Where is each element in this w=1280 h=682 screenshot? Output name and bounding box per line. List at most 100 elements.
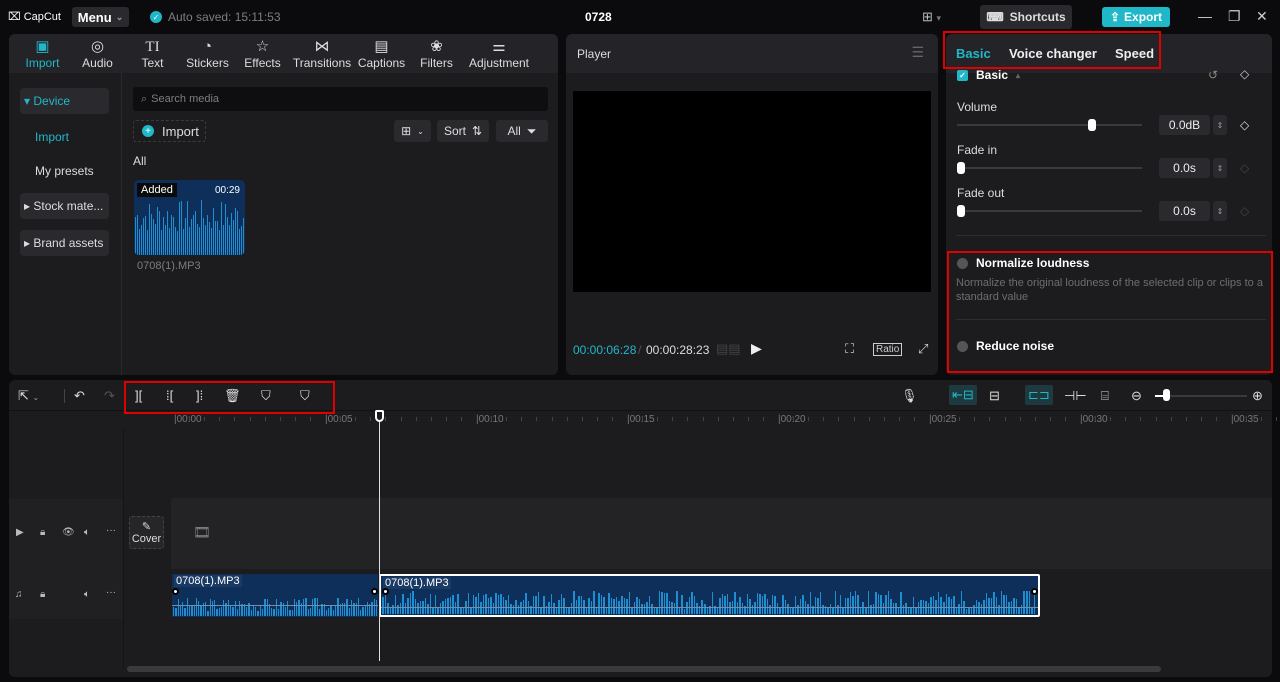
video-track[interactable]: 🎞︎ — [171, 498, 1272, 569]
select-tool-icon[interactable]: ⇱ ⌄ — [18, 388, 39, 404]
tab-text[interactable]: TI Text — [125, 34, 180, 73]
ruler-label: |00:35 — [1231, 414, 1259, 425]
playhead[interactable] — [379, 411, 380, 661]
fade-in-slider[interactable] — [957, 162, 1142, 174]
zoom-in-icon[interactable]: ⊕ — [1252, 388, 1263, 404]
linkage-icon[interactable]: ⊏⊐ — [1025, 385, 1053, 405]
zoom-to-fit-icon[interactable]: ⌸ — [1101, 388, 1109, 404]
lock-icon[interactable]: 🔒︎ — [40, 527, 45, 538]
zoom-slider[interactable] — [1157, 395, 1247, 397]
tab-effects[interactable]: ☆ Effects — [235, 34, 290, 73]
layout-button[interactable]: ⊞ ▾ — [922, 9, 941, 25]
basic-section-header[interactable]: ✓ Basic ▴ — [957, 68, 1020, 82]
eye-icon[interactable]: 👁︎ — [62, 527, 75, 538]
menu-button[interactable]: Menu ⌄ — [72, 7, 129, 27]
minimize-button[interactable]: — — [1198, 8, 1212, 24]
restore-button[interactable]: ❐ — [1228, 8, 1241, 25]
more-icon[interactable]: ··· — [106, 587, 116, 598]
sidebar-item-import[interactable]: Import — [20, 124, 109, 150]
added-badge: Added — [137, 183, 177, 197]
ruler-label: |00:00 — [174, 414, 202, 425]
keyframe-icon[interactable]: ◇ — [1240, 67, 1249, 81]
play-button[interactable]: ▶ — [751, 340, 762, 357]
video-preview[interactable] — [573, 91, 931, 292]
lock-icon[interactable]: 🔒︎ — [40, 589, 45, 600]
speaker-icon[interactable]: 🔈︎ — [84, 527, 90, 538]
volume-slider[interactable] — [957, 119, 1142, 131]
fade-handle[interactable] — [382, 588, 389, 595]
reset-icon[interactable]: ↺ — [1208, 68, 1218, 82]
slider-knob[interactable] — [1087, 119, 1096, 131]
shortcuts-button[interactable]: ⌨ Shortcuts — [980, 5, 1072, 29]
waveform-bar — [186, 598, 188, 616]
fade-handle[interactable] — [371, 588, 378, 595]
filter-button[interactable]: All ⏷ — [496, 120, 548, 142]
sidebar-item-device[interactable]: ▾ Device — [20, 88, 109, 114]
hamburger-menu-icon[interactable]: ☰ — [911, 44, 924, 61]
fade-handle[interactable] — [172, 588, 179, 595]
tab-audio[interactable]: ◎ Audio — [70, 34, 125, 73]
sidebar-item-my-presets[interactable]: My presets — [20, 158, 109, 184]
zoom-slider-knob[interactable] — [1163, 389, 1170, 401]
tab-stickers[interactable]: ◔ Stickers — [180, 34, 235, 73]
tab-captions[interactable]: ▤ Captions — [354, 34, 409, 73]
search-input[interactable]: ⌕ Search media — [133, 87, 548, 111]
waveform-bar — [337, 598, 339, 616]
preview-axis-icon[interactable]: ⊣⊢ — [1064, 388, 1087, 404]
view-mode-button[interactable]: ⊞ ⌄ — [394, 120, 431, 142]
undo-icon[interactable]: ↶ — [74, 388, 85, 404]
horizontal-scrollbar[interactable] — [127, 666, 1161, 672]
zoom-out-icon[interactable]: ⊖ — [1131, 388, 1142, 404]
more-icon[interactable]: ··· — [106, 525, 116, 536]
volume-keyframe-icon[interactable]: ◇ — [1240, 118, 1249, 132]
effects-icon: ☆ — [255, 38, 270, 55]
auto-snap-icon[interactable]: ⊟ — [989, 388, 1000, 404]
fade-handle[interactable] — [1031, 588, 1038, 595]
playhead-handle[interactable] — [375, 410, 384, 422]
export-button[interactable]: ⇪ Export — [1102, 7, 1170, 27]
fullscreen-icon[interactable]: ⤢ — [918, 341, 928, 357]
ratio-button[interactable]: Ratio — [873, 343, 903, 356]
waveform-bar — [209, 222, 210, 255]
fade-out-slider[interactable] — [957, 205, 1142, 217]
fade-out-value[interactable]: 0.0s — [1159, 201, 1210, 221]
slider-knob[interactable] — [957, 205, 965, 217]
properties-panel: Basic Voice changer Speed ✓ Basic ▴ ↺ ◇ Vo… — [943, 31, 1273, 375]
tab-transitions[interactable]: ⋈ Transitions — [290, 34, 354, 73]
cover-button[interactable]: ✎ Cover — [129, 516, 164, 549]
zoom-fit-icon[interactable]: ⛶ — [845, 341, 854, 357]
main-track-magnet-icon[interactable]: ⇤⊟ — [949, 385, 977, 405]
waveform-bar — [560, 593, 563, 614]
waveform-bar — [203, 218, 204, 255]
close-button[interactable]: ✕ — [1256, 8, 1268, 25]
volume-value[interactable]: 0.0dB — [1159, 115, 1210, 135]
waveform-bar — [787, 604, 789, 614]
tab-filters[interactable]: ❀ Filters — [409, 34, 464, 73]
fade-in-label: Fade in — [957, 143, 998, 157]
audio-clip[interactable]: 0708(1).MP3 — [172, 574, 378, 617]
waveform-bar — [159, 211, 160, 255]
waveform-bar — [316, 598, 318, 616]
fade-in-stepper[interactable]: ⇕ — [1213, 158, 1227, 178]
waveform-bar — [867, 591, 870, 614]
waveform-bar — [988, 597, 990, 614]
time-ruler[interactable]: |00:00 |00:05 |00:10 |00:15 |00:20 |00:25 |00:… — [124, 411, 1278, 429]
waveform-bar — [960, 591, 963, 614]
fade-out-stepper[interactable]: ⇕ — [1213, 201, 1227, 221]
slider-knob[interactable] — [957, 162, 965, 174]
sort-button[interactable]: Sort ⇅ — [437, 120, 489, 142]
audio-clip-selected[interactable]: 0708(1).MP3 — [379, 574, 1040, 617]
import-button[interactable]: + Import — [133, 120, 206, 142]
volume-stepper[interactable]: ⇕ — [1213, 115, 1227, 135]
tab-adjustment[interactable]: ⚌ Adjustment — [464, 34, 534, 73]
sidebar-item-stock-material[interactable]: ▸ Stock mate... — [20, 193, 109, 219]
waveform-bar — [882, 603, 885, 614]
ruler-tick — [989, 417, 991, 421]
grid-icon: ⊞ — [401, 124, 412, 138]
speaker-icon[interactable]: 🔈︎ — [84, 589, 90, 600]
sidebar-item-brand-assets[interactable]: ▸ Brand assets — [20, 230, 109, 256]
microphone-icon[interactable]: 🎙︎ — [901, 388, 918, 404]
tab-import[interactable]: ▣ Import — [15, 34, 70, 73]
fade-in-value[interactable]: 0.0s — [1159, 158, 1210, 178]
media-item[interactable]: Added 00:29 — [134, 180, 245, 255]
